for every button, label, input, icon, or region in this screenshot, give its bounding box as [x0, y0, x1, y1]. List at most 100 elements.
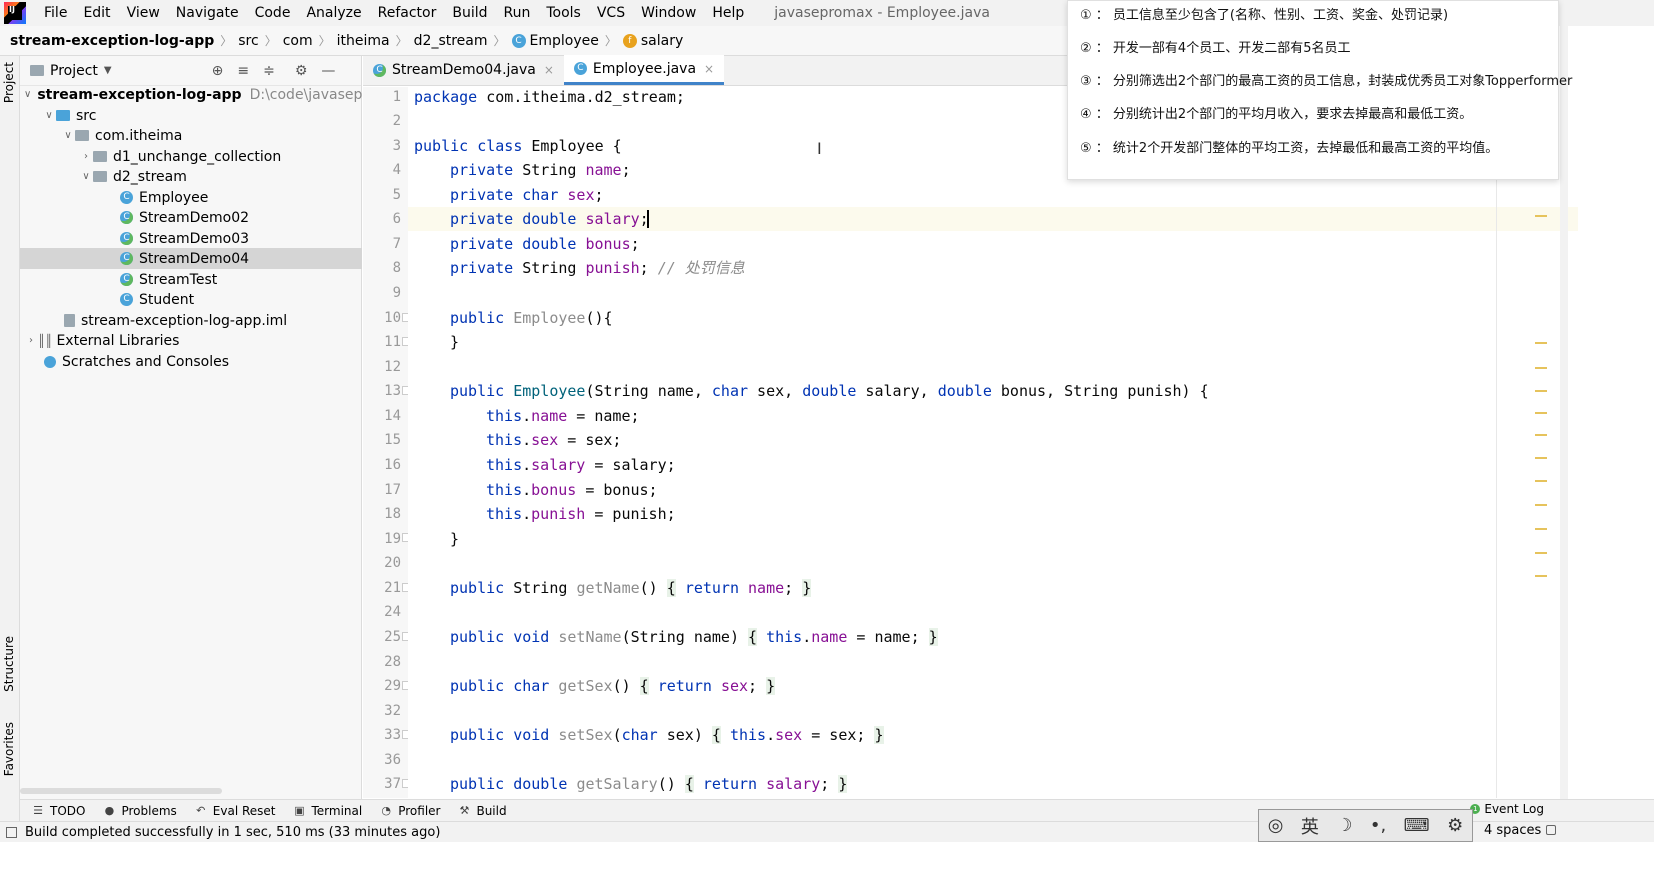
project-tool-tab[interactable]: Project	[2, 62, 18, 103]
ime-toolbar[interactable]: ◎ 英 ☽ •, ⌨ ⚙	[1258, 809, 1473, 842]
gear-icon[interactable]: ⚙	[295, 63, 308, 79]
todo-tool-button[interactable]: ☰ TODO	[32, 804, 85, 818]
build-tool-button[interactable]: ⚒ Build	[458, 804, 507, 818]
gear-icon[interactable]: ⚙	[1447, 815, 1463, 836]
line-number: 24	[384, 604, 401, 620]
profiler-tool-button[interactable]: ◔ Profiler	[380, 804, 440, 818]
breadcrumb-package[interactable]: d2_stream	[410, 33, 492, 49]
tree-item-scratches[interactable]: Scratches and Consoles	[20, 351, 362, 372]
tab-employee[interactable]: C Employee.java ×	[563, 55, 725, 85]
menu-file[interactable]: File	[36, 0, 75, 26]
warning-mark[interactable]	[1535, 480, 1547, 482]
chevron-down-icon[interactable]: ∨	[61, 130, 75, 141]
status-message[interactable]: Build completed successfully in 1 sec, 5…	[25, 825, 440, 840]
project-panel-header: Project ▼ ⊕ ≡ ≑ ⚙ —	[20, 56, 361, 86]
status-square-icon[interactable]	[6, 826, 17, 838]
chevron-right-icon[interactable]: ›	[24, 335, 38, 346]
tree-item-label: d2_stream	[113, 168, 187, 185]
menu-tools[interactable]: Tools	[538, 0, 589, 26]
tree-item-streamdemo03[interactable]: C StreamDemo03	[20, 228, 362, 249]
tree-item-d2-stream[interactable]: ∨ d2_stream	[20, 166, 362, 187]
problems-tool-button[interactable]: ● Problems	[103, 803, 177, 818]
error-stripe[interactable]	[1535, 87, 1549, 798]
warning-mark[interactable]	[1535, 575, 1547, 577]
warning-mark[interactable]	[1535, 504, 1547, 506]
terminal-tool-button[interactable]: ▣ Terminal	[294, 804, 362, 818]
tree-item-src[interactable]: ∨ src	[20, 105, 362, 126]
line-number: 36	[384, 752, 401, 768]
tree-item-d1-unchange-collection[interactable]: › d1_unchange_collection	[20, 146, 362, 167]
menu-build[interactable]: Build	[444, 0, 495, 26]
menu-run[interactable]: Run	[496, 0, 539, 26]
keyboard-icon[interactable]: ⌨	[1404, 815, 1430, 836]
expand-all-icon[interactable]: ≡	[237, 63, 249, 79]
punctuation-icon[interactable]: •,	[1370, 815, 1386, 836]
collapse-all-icon[interactable]: ≑	[263, 63, 275, 79]
breadcrumb-com[interactable]: com	[279, 33, 317, 49]
tree-item-com-itheima[interactable]: ∨ com.itheima	[20, 125, 362, 146]
menu-help[interactable]: Help	[704, 0, 752, 26]
eval-reset-tool-button[interactable]: ↶ Eval Reset	[195, 804, 275, 818]
breadcrumb-src[interactable]: src	[234, 33, 262, 49]
tree-item-streamtest[interactable]: C StreamTest	[20, 269, 362, 290]
scratches-icon	[44, 355, 56, 368]
warning-mark[interactable]	[1535, 390, 1547, 392]
close-icon[interactable]: ×	[704, 62, 714, 76]
code-editor[interactable]: package com.itheima.d2_stream; public cl…	[408, 87, 1578, 798]
chevron-right-icon: 〉	[318, 34, 331, 48]
chevron-down-icon[interactable]: ∨	[24, 89, 31, 100]
horizontal-scrollbar[interactable]	[20, 788, 222, 794]
indent-indicator[interactable]: 4 spaces	[1484, 823, 1541, 838]
ime-language-toggle[interactable]: 英	[1301, 813, 1319, 839]
tree-item-iml-file[interactable]: stream-exception-log-app.iml	[20, 310, 362, 331]
tool-label: Problems	[121, 803, 177, 818]
warning-mark[interactable]	[1535, 552, 1547, 554]
project-view-selector[interactable]: Project	[50, 63, 98, 79]
warning-mark[interactable]	[1535, 434, 1547, 436]
breadcrumb-class[interactable]: C Employee	[508, 33, 603, 49]
chevron-down-icon[interactable]: ▼	[104, 65, 112, 76]
library-icon: ║║	[38, 333, 53, 348]
tree-item-student[interactable]: C Student	[20, 289, 362, 310]
locate-icon[interactable]: ⊕	[212, 63, 224, 79]
code-line: this.bonus = bonus;	[486, 481, 658, 499]
field-icon: f	[622, 33, 637, 48]
line-number: 16	[384, 457, 401, 473]
warning-mark[interactable]	[1535, 457, 1547, 459]
ime-logo-icon[interactable]: ◎	[1268, 815, 1284, 836]
moon-icon[interactable]: ☽	[1336, 815, 1352, 836]
warning-mark[interactable]	[1535, 412, 1547, 414]
lock-icon[interactable]	[1546, 825, 1556, 835]
tree-item-streamdemo04[interactable]: C StreamDemo04	[20, 248, 362, 269]
warning-mark[interactable]	[1535, 215, 1547, 217]
close-icon[interactable]: ×	[544, 63, 554, 77]
breadcrumb-itheima[interactable]: itheima	[333, 33, 394, 49]
menu-edit[interactable]: Edit	[75, 0, 118, 26]
tree-item-project-root[interactable]: ∨ stream-exception-log-app D:\code\javas…	[20, 84, 362, 105]
tree-item-employee[interactable]: C Employee	[20, 187, 362, 208]
menu-vcs[interactable]: VCS	[589, 0, 633, 26]
minimize-icon[interactable]: —	[321, 63, 335, 79]
tree-item-streamdemo02[interactable]: C StreamDemo02	[20, 207, 362, 228]
menu-code[interactable]: Code	[247, 0, 299, 26]
menu-view[interactable]: View	[119, 0, 168, 26]
breadcrumb-field[interactable]: f salary	[619, 33, 687, 49]
menu-refactor[interactable]: Refactor	[370, 0, 445, 26]
tree-item-external-libraries[interactable]: › ║║ External Libraries	[20, 330, 362, 351]
requirements-note-overlay: ① ： 员工信息至少包含了(名称、性别、工资、奖金、处罚记录) ② ： 开发一部…	[1067, 0, 1572, 180]
warning-mark[interactable]	[1535, 342, 1547, 344]
warning-mark[interactable]	[1535, 528, 1547, 530]
event-log-tool-button[interactable]: 1 Event Log	[1470, 802, 1544, 816]
structure-tool-tab[interactable]: Structure	[2, 636, 18, 692]
tab-streamdemo04[interactable]: C StreamDemo04.java ×	[363, 55, 564, 85]
chevron-down-icon[interactable]: ∨	[42, 110, 56, 121]
menu-navigate[interactable]: Navigate	[168, 0, 247, 26]
chevron-down-icon[interactable]: ∨	[79, 171, 93, 182]
favorites-tool-tab[interactable]: Favorites	[2, 722, 18, 776]
line-number: 12	[384, 359, 401, 375]
menu-window[interactable]: Window	[633, 0, 704, 26]
chevron-right-icon[interactable]: ›	[79, 151, 93, 162]
menu-analyze[interactable]: Analyze	[298, 0, 369, 26]
warning-mark[interactable]	[1535, 367, 1547, 369]
breadcrumb-project[interactable]: stream-exception-log-app	[0, 33, 218, 49]
